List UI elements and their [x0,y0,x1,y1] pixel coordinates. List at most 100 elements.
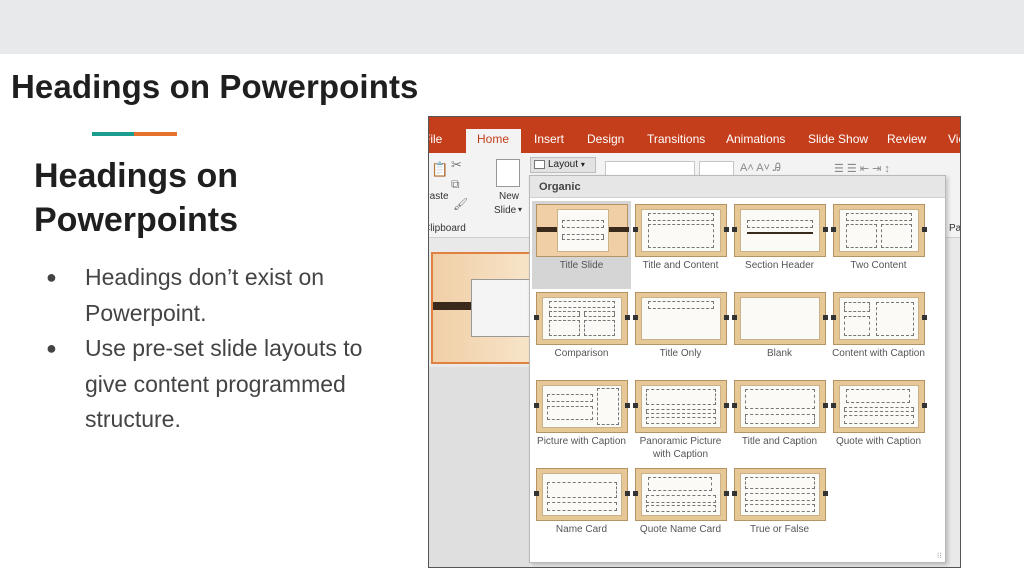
thumb-inner [641,209,721,252]
bullet-list: ● Headings don’t exist on Powerpoint. ● … [46,260,386,438]
slide-pane-bg [429,367,529,567]
peg [625,403,630,408]
new-slide-label[interactable]: New [499,191,519,202]
slide-thumbnail[interactable] [431,252,533,364]
peg [922,403,927,408]
placeholder [846,389,910,403]
list-icons[interactable]: ☰ ☰ ⇤ ⇥ ↕ [834,162,890,175]
layout-title-and-content[interactable]: Title and Content [631,201,730,289]
placeholder [745,504,815,512]
tab-review[interactable]: Review [887,132,926,146]
placeholder [562,234,604,240]
peg [732,315,737,320]
thumb-inner [641,473,721,516]
layout-quote-with-caption[interactable]: Quote with Caption [829,377,928,465]
tab-design[interactable]: Design [587,132,624,146]
layout-name: Panoramic Picture with Caption [639,436,722,460]
chevron-down-icon[interactable]: ▾ [518,205,522,214]
tab-home[interactable]: Home [477,132,509,146]
bullet-item: ● Use pre-set slide layouts to give cont… [46,331,386,438]
placeholder [597,388,619,425]
gallery-theme-name: Organic [539,181,581,193]
thumb-inner [740,297,820,340]
layout-panoramic-picture-with-caption[interactable]: Panoramic Picture with Caption [631,377,730,465]
layout-two-content[interactable]: Two Content [829,201,928,289]
layout-thumbnail [831,204,927,257]
thumb-inner [557,209,609,252]
thumb-rule [747,232,813,234]
peg [823,315,828,320]
layout-name: Quote with Caption [835,436,922,447]
placeholder [846,224,877,248]
bullet-dot-icon: ● [46,267,57,287]
layout-name: Content with Caption [832,348,925,359]
placeholder [876,302,914,336]
tab-insert[interactable]: Insert [534,132,564,146]
layout-thumbnail [534,468,630,521]
layout-thumbnail [536,204,629,257]
layout-comparison[interactable]: Comparison [532,289,631,377]
layout-picture-with-caption[interactable]: Picture with Caption [532,377,631,465]
layout-content-with-caption[interactable]: Content with Caption [829,289,928,377]
new-slide-label-2[interactable]: Slide [494,205,516,216]
placeholder [549,311,580,317]
thumb-inner [641,385,721,428]
paste-label[interactable]: Paste [429,191,449,202]
peg [633,491,638,496]
tab-slide-show[interactable]: Slide Show [808,132,868,146]
grow-font-icon[interactable]: A˄ A˅ Ꭿ [740,162,781,175]
layout-blank[interactable]: Blank [730,289,829,377]
layout-name-card[interactable]: Name Card [532,465,631,553]
bullet-text: Headings don’t exist on Powerpoint. [85,264,325,326]
bullet-text: Use pre-set slide layouts to give conten… [85,335,363,432]
layout-thumbnail [732,292,828,345]
format-painter-icon[interactable]: 🖌 [453,197,468,211]
tab-animations[interactable]: Animations [726,132,785,146]
peg [625,315,630,320]
accent-line [92,132,177,136]
peg [724,227,729,232]
peg [732,491,737,496]
peg [534,315,539,320]
placeholder [584,320,615,336]
layout-title-slide[interactable]: Title Slide [532,201,631,289]
layout-title-and-caption[interactable]: Title and Caption [730,377,829,465]
tab-view[interactable]: View [948,132,960,146]
gallery-header: Organic [530,176,945,198]
placeholder [844,316,870,336]
placeholder [881,224,912,248]
placeholder [844,415,914,424]
layout-button[interactable]: Layout ▾ [530,157,596,173]
copy-icon[interactable]: ⧉ [451,177,460,192]
placeholder [562,220,604,228]
tab-transitions[interactable]: Transitions [647,132,705,146]
bullet-item: ● Headings don’t exist on Powerpoint. [46,260,386,331]
peg [534,491,539,496]
resize-grip-icon[interactable]: ⁝⁝ [937,551,942,560]
layout-gallery: Organic Title Slide Title and Content Se… [529,175,946,563]
layout-quote-name-card[interactable]: Quote Name Card [631,465,730,553]
peg [633,227,638,232]
layout-thumbnail [831,292,927,345]
layout-true-or-false[interactable]: True or False [730,465,829,553]
paste-icon[interactable]: 📋 [431,161,448,178]
peg [724,403,729,408]
peg [534,403,539,408]
layout-title-only[interactable]: Title Only [631,289,730,377]
thumb-inner [839,297,919,340]
peg [732,227,737,232]
new-slide-icon[interactable] [496,159,520,187]
placeholder [747,220,813,228]
layout-section-header[interactable]: Section Header [730,201,829,289]
placeholder [745,414,815,424]
paragraph-group-label: Paragraph [949,223,961,234]
layout-button-label: Layout [548,159,579,170]
peg [724,315,729,320]
peg [823,403,828,408]
layout-thumbnail [633,204,729,257]
placeholder [648,224,714,248]
tab-file[interactable]: File [429,132,442,146]
layout-thumbnail [732,468,828,521]
thumb-inner [542,473,622,516]
cut-icon[interactable]: ✂ [451,157,462,173]
